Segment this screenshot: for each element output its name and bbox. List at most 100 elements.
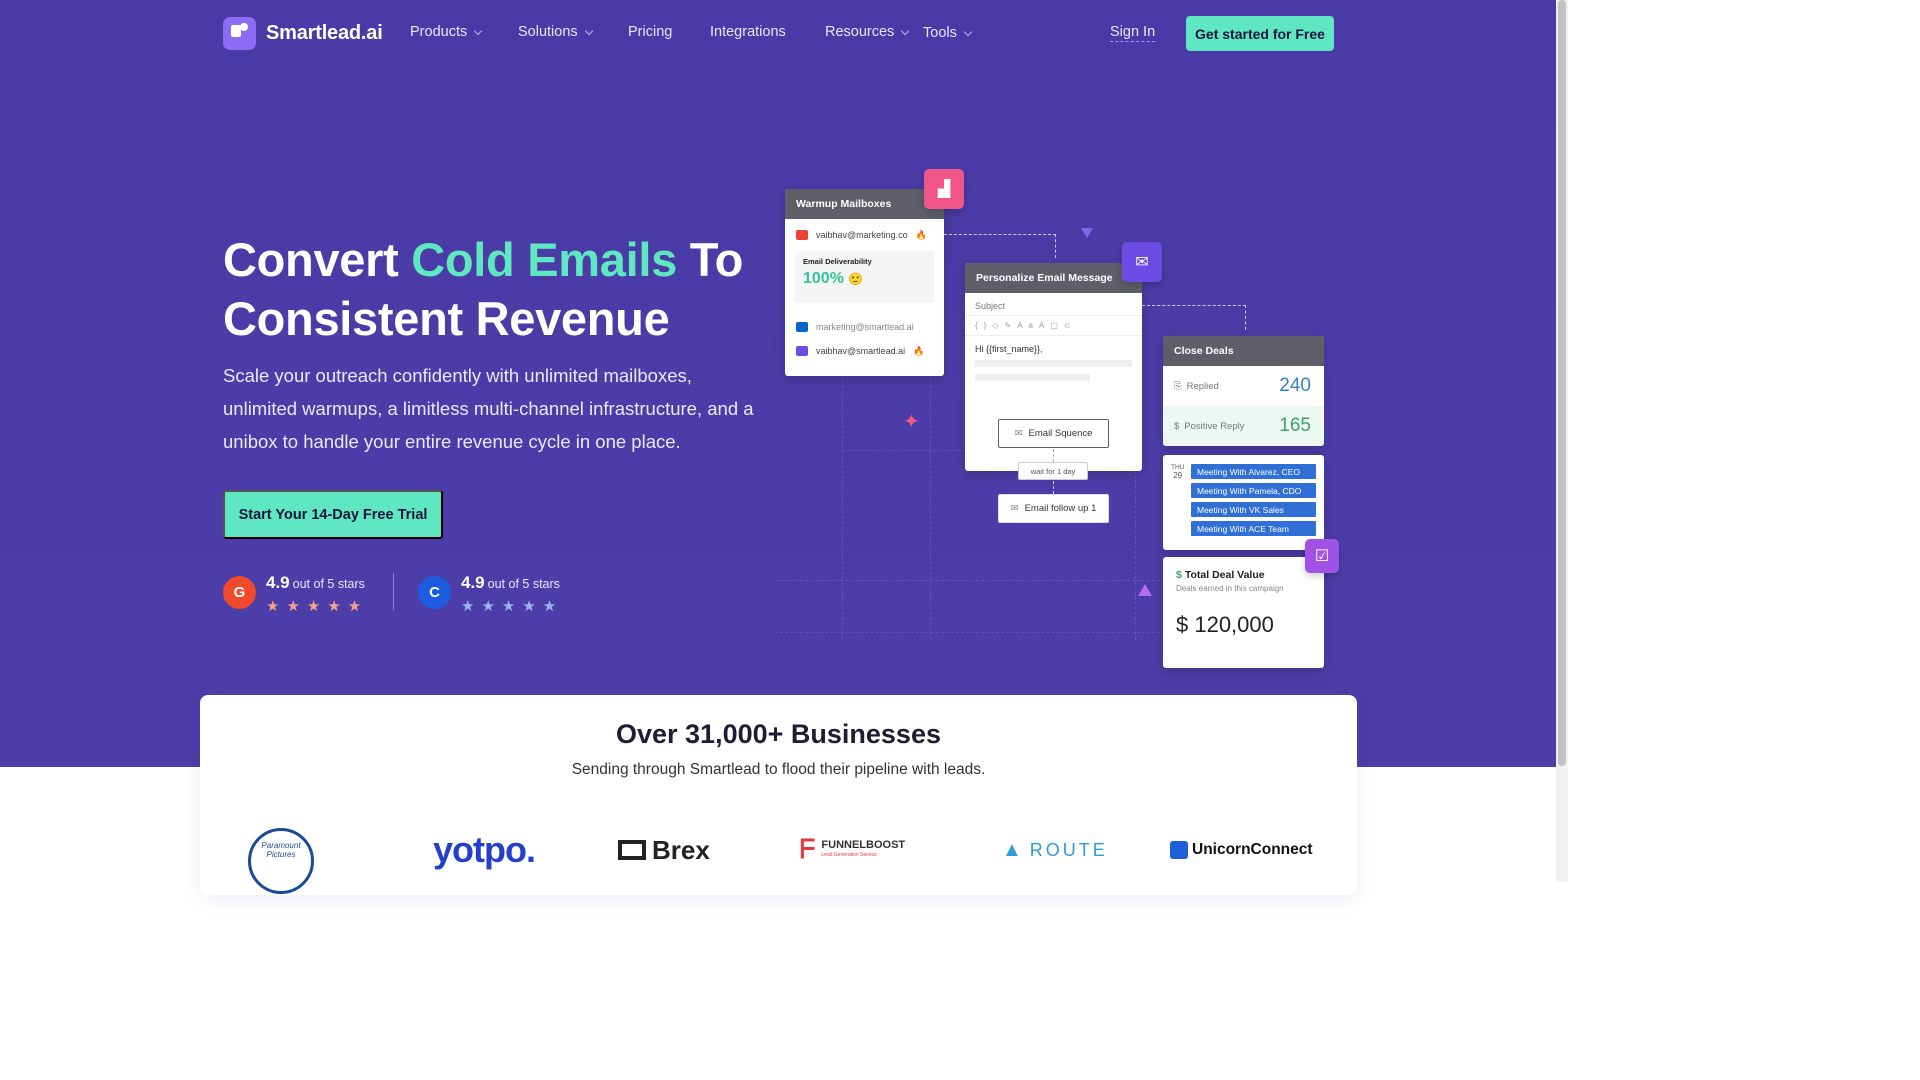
editor-toolbar-icons: {}◇✎AaA▢⊂ (965, 316, 1142, 336)
replied-value: 240 (1279, 375, 1311, 396)
nav-label: Products (410, 24, 468, 40)
grid-line (930, 380, 931, 640)
free-trial-button[interactable]: Start Your 14-Day Free Trial (223, 490, 443, 539)
funnelboost-wordmark: FUNNELBOOST Lead Generation Service (821, 840, 905, 860)
capterra-icon: C (418, 576, 451, 609)
g2-icon: G (223, 576, 256, 609)
paramount-mark: Paramount Pictures (248, 828, 314, 894)
rating-outof: out of 5 stars (487, 577, 560, 591)
positive-row: $ Positive Reply 165 (1163, 406, 1324, 446)
mailbox-row: vaibhav@marketing.co 🔥 (785, 223, 944, 247)
triangle-shape (1138, 584, 1152, 596)
unicornconnect-wordmark: UnicornConnect (1192, 841, 1313, 858)
rating-outof: out of 5 stars (292, 577, 365, 591)
reply-icon: ⎘ (1174, 380, 1182, 392)
funnelboost-name: FUNNELBOOST (821, 839, 906, 851)
brex-logo: Brex (618, 830, 710, 870)
nav-products[interactable]: Products (410, 24, 483, 40)
headline-part: To (676, 233, 744, 286)
smile-icon: 🙂 (848, 272, 864, 286)
nav-tools[interactable]: Tools (923, 25, 973, 41)
connector-line (1142, 305, 1246, 330)
chevron-down-icon (584, 26, 593, 35)
deal-title: $ Total Deal Value (1176, 569, 1311, 581)
nav-label: Integrations (710, 24, 786, 40)
dollar-icon: $ (1174, 420, 1180, 432)
calendar-daynum: 29 (1173, 471, 1183, 480)
meeting-item: Meeting With Alvarez, CEO (1191, 464, 1316, 479)
rating-score: 4.9 (266, 573, 290, 592)
mail-icon: ✉ (1010, 503, 1019, 514)
connector-line (1053, 449, 1054, 462)
funnelboost-logo: ᖴ FUNNELBOOST Lead Generation Service (800, 830, 905, 870)
unicornconnect-mark (1170, 841, 1188, 859)
capterra-rating: C 4.9 out of 5 stars ★★★★★ (418, 573, 563, 615)
flame-icon: 🔥 (913, 345, 925, 356)
yotpo-logo: yotpo. (433, 829, 536, 870)
social-proof-subtitle: Sending through Smartlead to flood their… (571, 761, 986, 778)
sign-in-link[interactable]: Sign In (1110, 24, 1156, 42)
logo[interactable]: Smartlead.ai (223, 17, 383, 50)
hero-section: Smartlead.ai Products Solutions Pricing … (0, 0, 1556, 767)
nav-label: Tools (923, 25, 957, 41)
meeting-item: Meeting With VK Sales (1191, 502, 1316, 517)
mailbox-address: vaibhav@smartlead.ai (816, 346, 906, 356)
meeting-item: Meeting With ACE Team (1191, 521, 1316, 536)
flame-icon: 🔥 (915, 229, 927, 240)
scrollbar[interactable] (1556, 0, 1568, 882)
chevron-down-icon (901, 26, 910, 35)
nav-label: Pricing (628, 24, 673, 40)
headline-part: Convert (223, 233, 412, 286)
deliverability-value: 100% 🙂 (803, 270, 926, 288)
deal-value-card: $ Total Deal Value Deals earned in this c… (1163, 557, 1324, 668)
headline-accent: Cold Emails (411, 233, 677, 286)
close-deals-card: Close Deals ⎘ Replied 240 $ Positive Reply… (1163, 336, 1324, 446)
grid-line (1135, 470, 1136, 640)
nav-pricing[interactable]: Pricing (628, 24, 672, 40)
replied-text: Replied (1186, 380, 1219, 392)
connector-line (1053, 481, 1054, 494)
star-icons: ★★★★★ (266, 598, 369, 615)
mail-icon (796, 346, 808, 356)
calendar-date: THU 29 (1171, 464, 1184, 480)
g2-rating: G 4.9 out of 5 stars ★★★★★ (223, 573, 368, 615)
wait-badge: wait for 1 day (1018, 462, 1088, 480)
hero-headline: Convert Cold Emails To Consistent Revenu… (223, 230, 743, 348)
triangle-shape (1081, 228, 1093, 238)
grid-line (842, 450, 972, 451)
meeting-item: Meeting With Pamela, CDO (1191, 483, 1316, 498)
star-icons: ★★★★★ (461, 598, 564, 615)
logo-text: Smartlead.ai (266, 22, 383, 44)
divider (393, 573, 394, 610)
deliverability-box: Email Deliverability 100% 🙂 (795, 251, 934, 303)
subject-field: Subject (965, 293, 1142, 316)
nav-solutions[interactable]: Solutions (518, 24, 593, 40)
outlook-icon (796, 322, 808, 332)
route-logo: ▲ ROUTE (1002, 830, 1108, 870)
grid-line (775, 580, 1165, 581)
funnelboost-mark: ᖴ (800, 834, 816, 864)
positive-text: Positive Reply (1184, 420, 1245, 432)
scrollbar-thumb[interactable] (1558, 0, 1566, 766)
email-followup-box: ✉ Email follow up 1 (998, 494, 1109, 523)
email-body: Hi {{first_name}}, (975, 344, 1043, 354)
nav-label: Resources (825, 24, 895, 40)
card-title: Personalize Email Message (965, 263, 1142, 293)
positive-label: $ Positive Reply (1174, 421, 1245, 432)
deliverability-number: 100% (803, 270, 844, 287)
nav-resources[interactable]: Resources (825, 24, 910, 40)
nav-integrations[interactable]: Integrations (710, 24, 786, 40)
social-proof-title: Over 31,000+ Businesses (616, 719, 941, 749)
sparkle-icon: ✦ (903, 411, 920, 433)
get-started-button[interactable]: Get started for Free (1186, 16, 1334, 51)
paramount-logo: Paramount Pictures (248, 828, 314, 894)
email-icon: ✉ (1122, 242, 1162, 282)
followup-label: Email follow up 1 (1024, 503, 1097, 514)
gmail-icon (796, 230, 808, 240)
mailbox-row: marketing@smartlead.ai (785, 315, 944, 339)
connector-line (944, 234, 1056, 258)
social-proof-section: Over 31,000+ Businesses Sending through … (200, 695, 1357, 895)
replied-label: ⎘ Replied (1174, 381, 1219, 392)
brex-wordmark: Brex (652, 834, 710, 865)
mailbox-address: marketing@smartlead.ai (816, 322, 914, 332)
